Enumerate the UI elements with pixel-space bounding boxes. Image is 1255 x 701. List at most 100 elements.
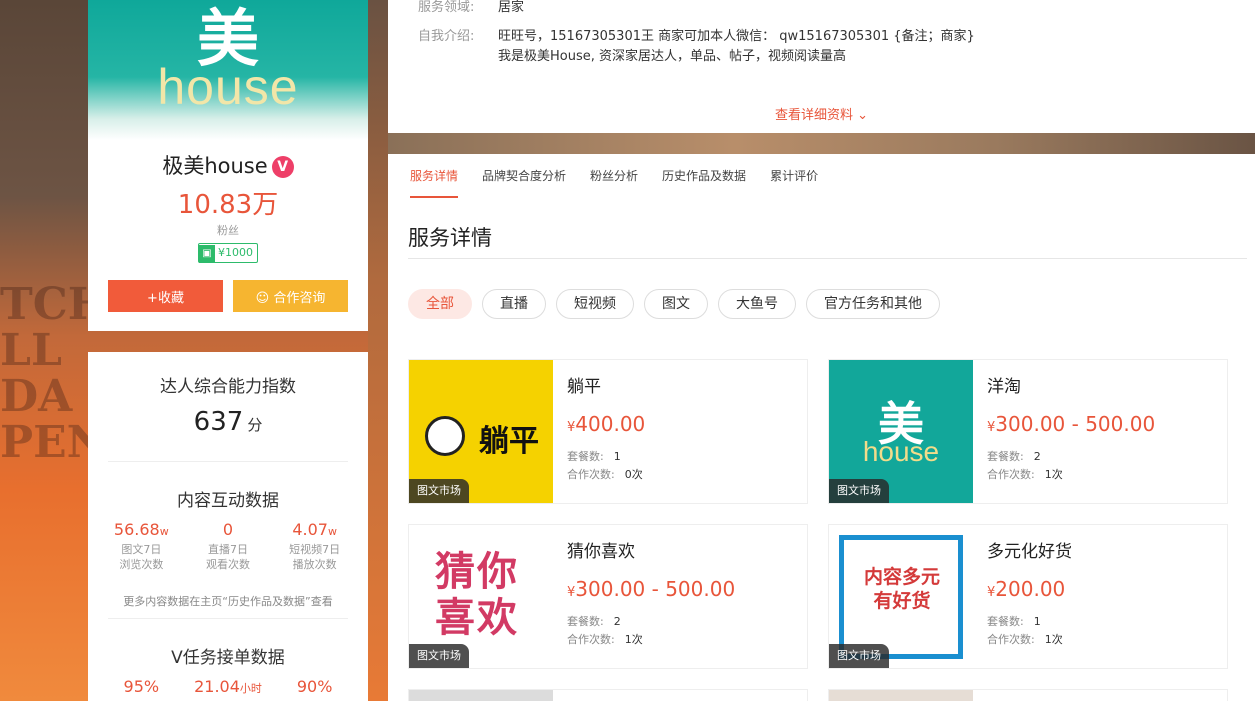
service-price-value: 400.00 xyxy=(575,412,646,436)
section-title: 服务详情 xyxy=(408,226,492,250)
service-card[interactable]: 美 house 图文市场 洋淘 ¥300.00 - 500.00 套餐数: 2 合… xyxy=(828,359,1228,504)
lounge-icon xyxy=(425,416,465,456)
service-card[interactable] xyxy=(828,689,1228,701)
view-details-label: 查看详细资料 xyxy=(774,108,853,123)
stat-label: 直播7日 xyxy=(207,543,248,556)
domain-value: 居家 xyxy=(498,0,525,15)
filter-dayu[interactable]: 大鱼号 xyxy=(718,289,796,319)
ability-title: 达人综合能力指数 xyxy=(160,377,296,397)
service-name: 躺平 xyxy=(567,377,601,397)
service-price-value: 300.00 - 500.00 xyxy=(575,577,736,601)
stat-label: 短视频7日 xyxy=(289,543,341,556)
fans-count: 10.83万 xyxy=(177,190,279,220)
stat-value: 56.68 xyxy=(113,520,160,539)
stat-value: 21.04 xyxy=(194,677,240,696)
favorite-button[interactable]: +收藏 xyxy=(108,280,223,312)
tab-reviews[interactable]: 累计评价 xyxy=(770,168,818,198)
packages-label: 套餐数: xyxy=(567,615,604,628)
stats-card: 达人综合能力指数 637 分 内容互动数据 56.68w 图文7日 浏览次数 0 直… xyxy=(88,352,368,701)
filter-official[interactable]: 官方任务和其他 xyxy=(806,289,940,319)
service-price-value: 200.00 xyxy=(995,577,1066,601)
thumbnail-text: 躺平 xyxy=(479,424,539,459)
packages-value: 2 xyxy=(613,615,621,628)
filter-all[interactable]: 全部 xyxy=(408,289,472,319)
profile-card: 美 house 极美house V 10.83万 粉丝 ▣ ¥1000 +收藏 ☺ … xyxy=(88,0,368,331)
verified-icon: V xyxy=(271,156,294,178)
service-thumbnail: 美 house 图文市场 xyxy=(829,360,973,503)
background-strip xyxy=(368,0,388,701)
market-tag: 图文市场 xyxy=(409,479,469,503)
service-price: ¥200.00 xyxy=(987,577,1065,601)
service-card[interactable]: 猜你喜欢 图文市场 猜你喜欢 ¥300.00 - 500.00 套餐数: 2 合作… xyxy=(408,524,808,669)
coop-label: 合作次数: xyxy=(567,468,615,481)
divider xyxy=(108,461,348,462)
domain-row: 服务领域: 居家 xyxy=(418,0,524,15)
avatar: 美 house xyxy=(88,0,368,140)
service-price: ¥300.00 - 500.00 xyxy=(987,412,1155,436)
divider xyxy=(408,258,1247,259)
ability-score-unit: 分 xyxy=(247,416,263,434)
tab-fans[interactable]: 粉丝分析 xyxy=(590,168,638,198)
coop-value: 0次 xyxy=(624,468,643,481)
packages-label: 套餐数: xyxy=(987,450,1024,463)
stat-item: 56.68w 图文7日 浏览次数 xyxy=(101,520,181,572)
service-price: ¥300.00 - 500.00 xyxy=(567,577,735,601)
packages-row: 套餐数: 1 xyxy=(567,448,621,464)
coop-row: 合作次数: 0次 xyxy=(567,466,643,482)
stat-item: 95% xyxy=(101,677,181,696)
service-card[interactable]: 内容多元有好货 图文市场 多元化好货 ¥200.00 套餐数: 1 合作次数: 1次 xyxy=(828,524,1228,669)
stat-item: 21.04小时 xyxy=(188,677,268,696)
stat-label: 浏览次数 xyxy=(119,558,164,571)
profile-name: 极美house V xyxy=(88,150,368,180)
service-name: 猜你喜欢 xyxy=(567,542,635,562)
service-card[interactable]: 躺平 图文市场 躺平 ¥400.00 套餐数: 1 合作次数: 0次 xyxy=(408,359,808,504)
service-card[interactable] xyxy=(408,689,808,701)
interaction-title: 内容互动数据 xyxy=(177,491,279,511)
fans-label: 粉丝 xyxy=(217,224,239,237)
view-details-link[interactable]: 查看详细资料 ⌄ xyxy=(388,104,1255,123)
thumbnail-text: 内容多元有好货 xyxy=(863,566,940,612)
coop-row: 合作次数: 1次 xyxy=(987,631,1063,647)
filter-live[interactable]: 直播 xyxy=(482,289,546,319)
vtask-title: V任务接单数据 xyxy=(171,648,285,668)
service-price: ¥400.00 xyxy=(567,412,645,436)
stat-value: 95% xyxy=(123,677,160,696)
service-thumbnail xyxy=(829,690,973,701)
filter-image-text[interactable]: 图文 xyxy=(644,289,708,319)
divider xyxy=(108,618,348,619)
service-thumbnail: 躺平 图文市场 xyxy=(409,360,553,503)
service-name: 多元化好货 xyxy=(987,542,1072,562)
price-badge: ▣ ¥1000 xyxy=(198,243,258,263)
coop-row: 合作次数: 1次 xyxy=(987,466,1063,482)
consult-button[interactable]: ☺ 合作咨询 xyxy=(233,280,348,312)
coop-value: 1次 xyxy=(1044,468,1063,481)
service-thumbnail xyxy=(409,690,553,701)
stat-value: 0 xyxy=(222,520,234,539)
packages-value: 2 xyxy=(1033,450,1041,463)
coop-label: 合作次数: xyxy=(987,468,1035,481)
filter-short-video[interactable]: 短视频 xyxy=(556,289,634,319)
tab-brand-fit[interactable]: 品牌契合度分析 xyxy=(482,168,566,198)
service-price-value: 300.00 - 500.00 xyxy=(995,412,1156,436)
packages-value: 1 xyxy=(613,450,621,463)
market-tag: 图文市场 xyxy=(409,644,469,668)
stat-label: 播放次数 xyxy=(292,558,337,571)
tab-history[interactable]: 历史作品及数据 xyxy=(662,168,746,198)
packages-label: 套餐数: xyxy=(567,450,604,463)
vtask-stats: 95% 21.04小时 90% xyxy=(98,677,358,696)
stat-unit: w xyxy=(159,525,169,538)
price-badge-value: ¥1000 xyxy=(218,246,253,259)
coop-label: 合作次数: xyxy=(987,633,1035,646)
tab-service-details[interactable]: 服务详情 xyxy=(410,168,459,198)
stat-label: 观看次数 xyxy=(205,558,250,571)
thumbnail-logo-text: house xyxy=(862,436,940,467)
packages-row: 套餐数: 1 xyxy=(987,613,1041,629)
service-thumbnail: 内容多元有好货 图文市场 xyxy=(829,525,973,668)
background-band xyxy=(388,130,1255,156)
coop-label: 合作次数: xyxy=(567,633,615,646)
chevron-down-icon: ⌄ xyxy=(852,108,869,123)
interaction-stats: 56.68w 图文7日 浏览次数 0 直播7日 观看次数 4.07w 短视频7日 播放… xyxy=(98,520,358,572)
stat-unit: w xyxy=(327,525,337,538)
tab-bar: 服务详情 品牌契合度分析 粉丝分析 历史作品及数据 累计评价 xyxy=(410,168,818,198)
stat-value: 90% xyxy=(296,677,333,696)
